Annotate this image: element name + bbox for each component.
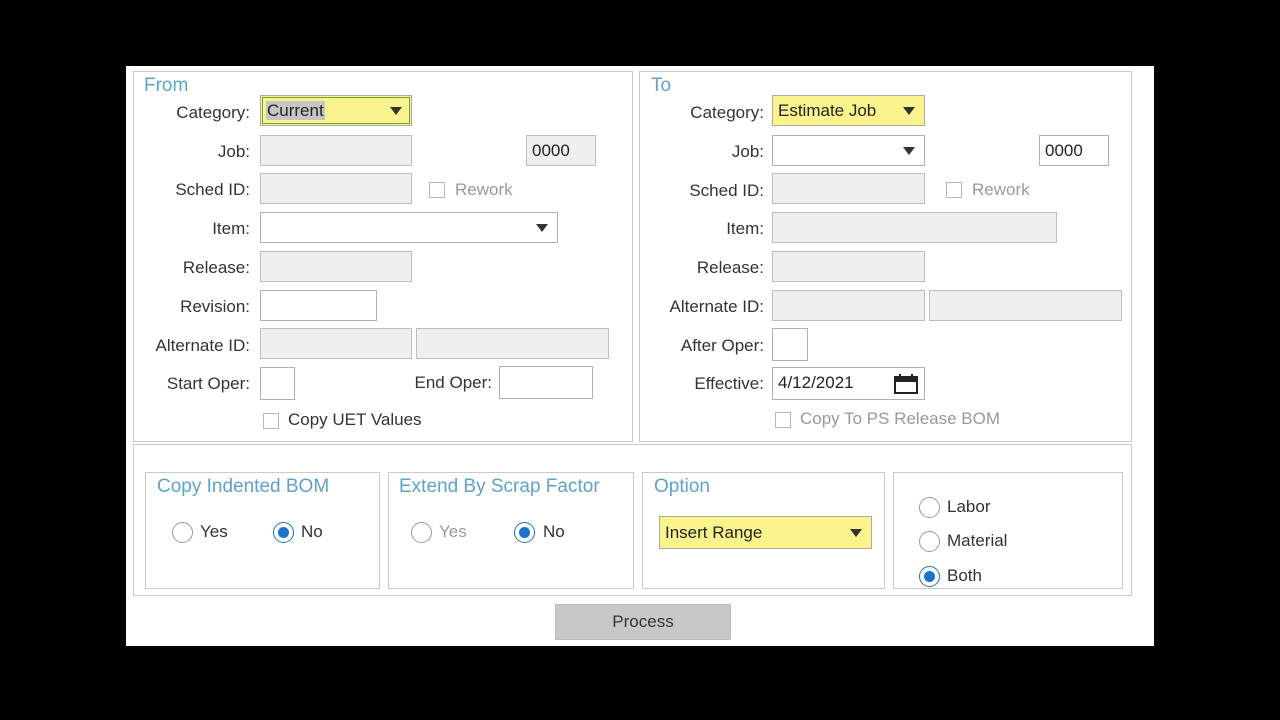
to-sched-id-field[interactable] [772,173,925,204]
to-job-suffix-field[interactable]: 0000 [1039,135,1109,166]
to-copy-ps-checkbox[interactable] [775,412,791,428]
to-item-field[interactable] [772,212,1057,243]
to-effective-value: 4/12/2021 [778,373,854,392]
from-item-label: Item: [212,219,250,238]
chevron-down-icon [536,224,548,232]
from-revision-field[interactable] [260,290,377,321]
from-rework-checkbox[interactable] [429,182,445,198]
from-copy-uet-checkbox[interactable] [263,413,279,429]
from-item-select[interactable] [260,212,558,243]
to-effective-label: Effective: [694,374,764,393]
extend-scrap-no-radio[interactable] [514,522,535,543]
from-job-label: Job: [217,142,250,161]
both-label: Both [947,566,982,585]
to-rework-checkbox[interactable] [946,182,962,198]
to-release-label: Release: [696,258,764,277]
from-end-oper-label: End Oper: [414,373,493,392]
from-alternate-id-field-1[interactable] [260,328,412,359]
from-category-value: Current [266,101,325,120]
labor-label: Labor [947,497,991,516]
from-job-suffix-field[interactable]: 0000 [526,135,596,166]
extend-scrap-yes-label: Yes [439,522,467,541]
option-select[interactable]: Insert Range [659,516,872,549]
from-title: From [144,75,189,96]
to-alternate-id-label: Alternate ID: [669,297,765,316]
to-category-value: Estimate Job [778,101,877,120]
from-alternate-id-field-2[interactable] [416,328,609,359]
from-sched-id-field[interactable] [260,173,412,204]
chevron-down-icon [850,529,862,537]
extend-scrap-yes-radio[interactable] [411,522,432,543]
both-radio[interactable] [919,566,940,587]
material-label: Material [947,531,1008,550]
copy-indented-bom-title: Copy Indented BOM [157,476,330,497]
to-sched-id-label: Sched ID: [689,181,764,200]
to-after-oper-label: After Oper: [680,336,764,355]
to-title: To [651,75,672,96]
from-release-field[interactable] [260,251,412,282]
from-end-oper-field[interactable] [499,366,593,399]
from-revision-label: Revision: [180,297,250,316]
from-sched-id-label: Sched ID: [175,180,250,199]
from-alternate-id-label: Alternate ID: [155,336,251,355]
option-value: Insert Range [665,523,763,542]
copy-indented-yes-radio[interactable] [172,522,193,543]
to-job-select[interactable] [772,135,925,166]
option-title: Option [654,476,710,497]
from-job-field[interactable] [260,135,412,166]
process-button[interactable]: Process [555,604,731,640]
to-after-oper-field[interactable] [772,328,808,361]
to-job-label: Job: [731,142,764,161]
from-start-oper-field[interactable] [260,367,295,400]
labor-radio[interactable] [919,497,940,518]
extend-scrap-no-label: No [543,522,565,541]
from-release-label: Release: [182,258,250,277]
from-category-label: Category: [176,103,250,122]
to-release-field[interactable] [772,251,925,282]
from-category-select[interactable]: Current [260,95,412,126]
copy-indented-no-label: No [301,522,323,541]
to-alternate-id-field-2[interactable] [929,290,1122,321]
from-copy-uet-label: Copy UET Values [288,410,422,429]
to-copy-ps-label: Copy To PS Release BOM [800,409,1000,428]
copy-bom-form: From Category: Current Job: 0000 Sched I… [126,66,1154,646]
chevron-down-icon [903,107,915,115]
from-rework-label: Rework [455,180,513,199]
copy-indented-yes-label: Yes [200,522,228,541]
extend-scrap-title: Extend By Scrap Factor [399,476,600,497]
chevron-down-icon [390,107,402,115]
from-start-oper-label: Start Oper: [166,374,250,393]
to-rework-label: Rework [972,180,1030,199]
chevron-down-icon [903,147,915,155]
to-category-select[interactable]: Estimate Job [772,95,925,126]
material-radio[interactable] [919,531,940,552]
to-alternate-id-field-1[interactable] [772,290,925,321]
to-effective-date-field[interactable]: 4/12/2021 [772,367,925,400]
to-category-label: Category: [690,103,764,122]
copy-indented-no-radio[interactable] [273,522,294,543]
calendar-icon[interactable] [894,374,918,394]
to-item-label: Item: [726,219,764,238]
